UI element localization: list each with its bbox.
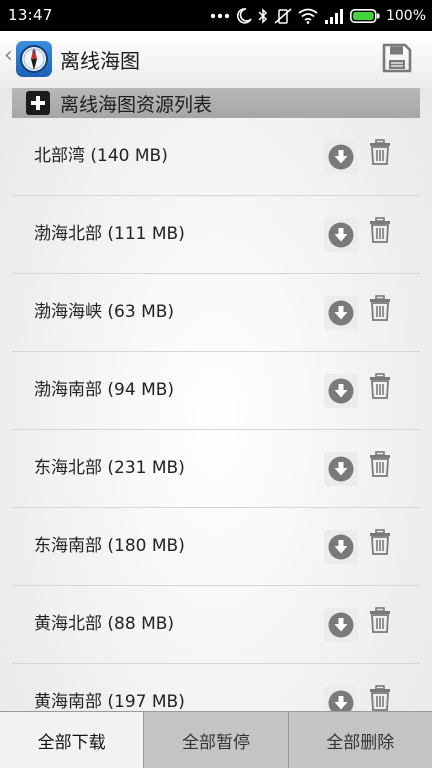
list-item: 东海北部 (231 MB)	[12, 430, 420, 508]
download-button[interactable]	[324, 608, 358, 642]
trash-icon[interactable]	[368, 294, 392, 322]
pause-all-button[interactable]: 全部暂停	[144, 712, 289, 768]
trash-icon[interactable]	[368, 528, 392, 556]
back-chevron-icon[interactable]: ‹	[4, 43, 13, 68]
list-item: 东海南部 (180 MB)	[12, 508, 420, 586]
status-time: 13:47	[8, 6, 53, 24]
trash-icon[interactable]	[368, 450, 392, 478]
section-header[interactable]: 离线海图资源列表	[12, 88, 420, 118]
download-icon	[328, 456, 354, 482]
chart-list: 北部湾 (140 MB) 渤海北部 (111 MB) 渤海海峡 (63 MB) …	[12, 118, 420, 742]
download-icon	[328, 144, 354, 170]
chart-name: 东海南部 (180 MB)	[34, 536, 185, 556]
chart-name: 北部湾 (140 MB)	[34, 146, 168, 166]
status-bar: 13:47 100%	[0, 0, 432, 31]
moon-icon	[236, 8, 252, 24]
plus-icon[interactable]	[26, 91, 50, 115]
chart-name: 渤海海峡 (63 MB)	[34, 302, 175, 322]
download-button[interactable]	[324, 140, 358, 174]
app-title: 离线海图	[60, 49, 140, 73]
trash-icon[interactable]	[368, 684, 392, 712]
list-item: 黄海北部 (88 MB)	[12, 586, 420, 664]
download-button[interactable]	[324, 218, 358, 252]
bluetooth-icon	[258, 7, 268, 24]
more-dots-icon	[210, 13, 230, 19]
svg-text:N: N	[32, 50, 36, 56]
trash-icon[interactable]	[368, 372, 392, 400]
download-all-button[interactable]: 全部下载	[0, 712, 145, 768]
list-item: 北部湾 (140 MB)	[12, 118, 420, 196]
trash-icon[interactable]	[368, 138, 392, 166]
battery-percent: 100%	[385, 8, 426, 24]
chart-name: 渤海北部 (111 MB)	[34, 224, 185, 244]
list-item: 渤海海峡 (63 MB)	[12, 274, 420, 352]
save-icon[interactable]	[382, 43, 412, 73]
trash-icon[interactable]	[368, 606, 392, 634]
status-icons: 100%	[210, 5, 426, 27]
trash-icon[interactable]	[368, 216, 392, 244]
delete-all-button[interactable]: 全部删除	[288, 712, 432, 768]
chart-name: 黄海北部 (88 MB)	[34, 614, 175, 634]
download-icon	[328, 222, 354, 248]
download-icon	[328, 534, 354, 560]
list-item: 渤海北部 (111 MB)	[12, 196, 420, 274]
wifi-icon	[298, 8, 318, 24]
download-button[interactable]	[324, 374, 358, 408]
signal-icon	[324, 8, 343, 24]
download-icon	[328, 378, 354, 404]
bottom-action-bar: 全部下载 全部暂停 全部删除	[0, 711, 432, 768]
battery-icon	[349, 9, 380, 23]
download-icon	[328, 612, 354, 638]
compass-app-icon[interactable]: N	[15, 40, 53, 78]
download-button[interactable]	[324, 530, 358, 564]
app-bar: ‹ N 离线海图	[0, 31, 432, 88]
chart-name: 东海北部 (231 MB)	[34, 458, 185, 478]
download-button[interactable]	[324, 296, 358, 330]
download-icon	[328, 300, 354, 326]
chart-name: 黄海南部 (197 MB)	[34, 692, 185, 712]
section-title: 离线海图资源列表	[60, 94, 213, 116]
list-item: 渤海南部 (94 MB)	[12, 352, 420, 430]
chart-name: 渤海南部 (94 MB)	[34, 380, 175, 400]
vibrate-off-icon	[274, 7, 292, 24]
download-button[interactable]	[324, 452, 358, 486]
